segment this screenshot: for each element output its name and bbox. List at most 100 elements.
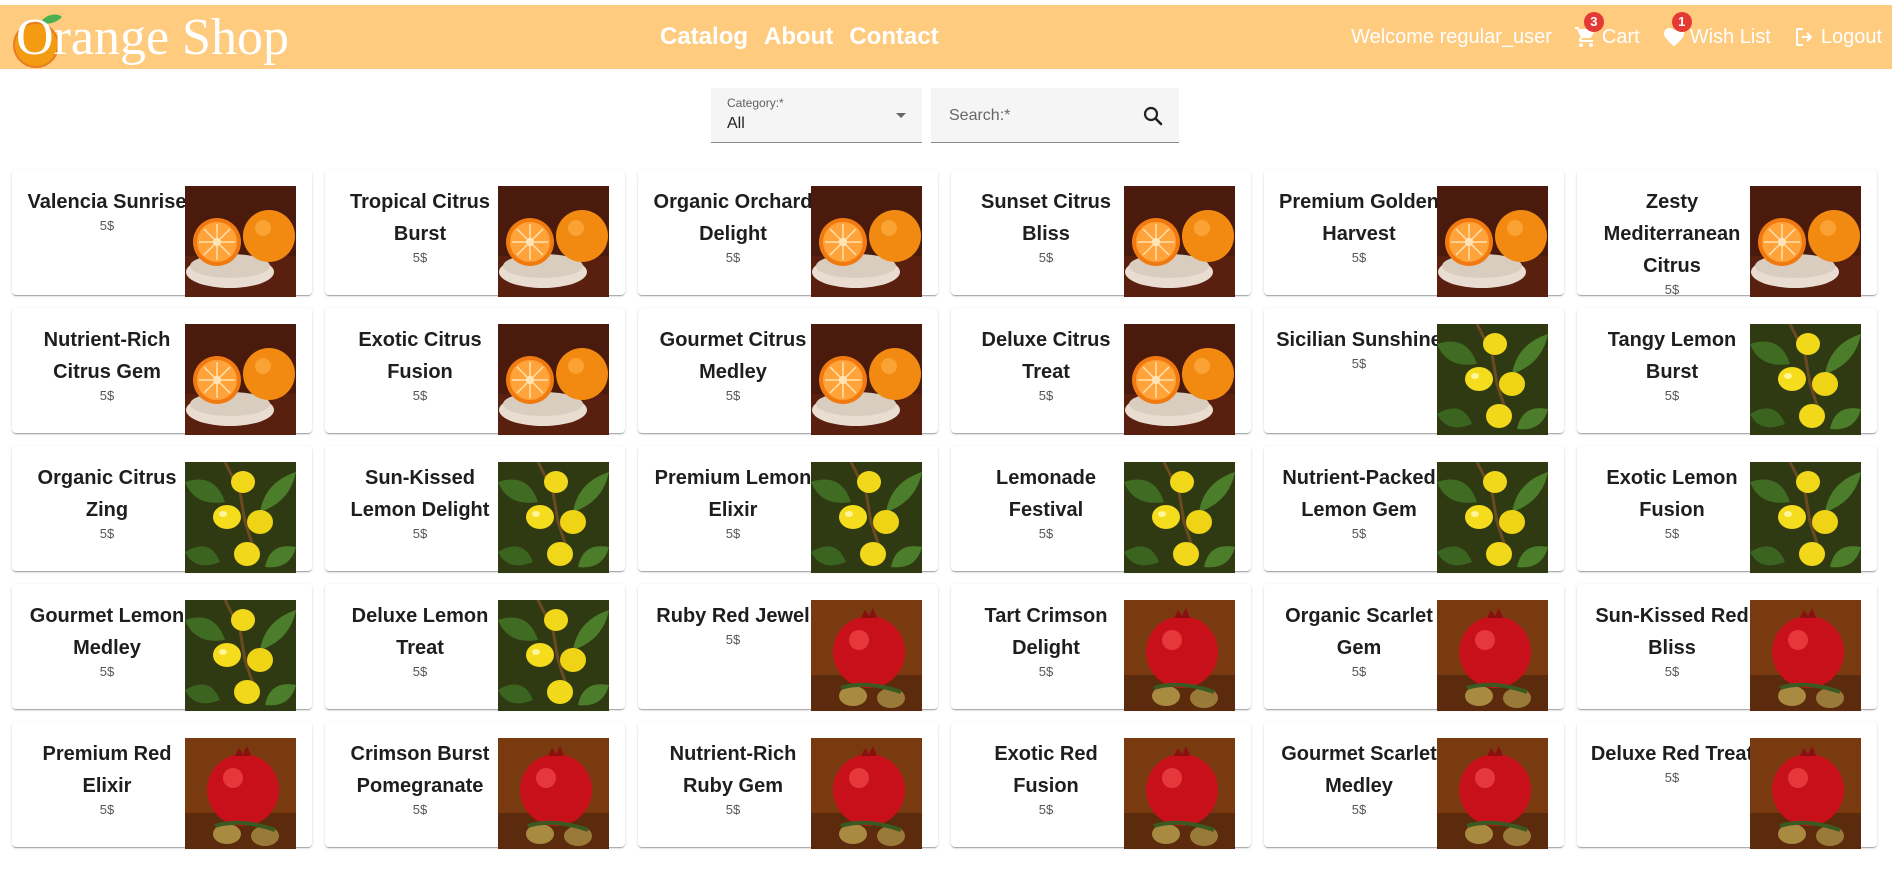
product-image <box>1124 186 1235 297</box>
lemon-product-image <box>811 462 922 573</box>
pomegranate-product-image <box>1750 738 1861 849</box>
product-card[interactable]: Deluxe Lemon Treat 5$ <box>325 584 625 711</box>
product-card[interactable]: Deluxe Citrus Treat 5$ <box>951 308 1251 435</box>
product-price: 5$ <box>1351 526 1367 541</box>
search-input[interactable] <box>947 104 1131 128</box>
product-card[interactable]: Sunset Citrus Bliss 5$ <box>951 170 1251 297</box>
logo[interactable]: Orange Shop <box>6 5 289 69</box>
product-card[interactable]: Nutrient-Rich Citrus Gem 5$ <box>12 308 312 435</box>
product-image <box>1437 738 1548 849</box>
search-icon[interactable] <box>1141 104 1165 128</box>
category-select[interactable]: Category:* All <box>711 88 922 143</box>
product-card[interactable]: Nutrient-Packed Lemon Gem 5$ <box>1264 446 1564 573</box>
pomegranate-product-image <box>1437 738 1548 849</box>
product-info: Tart Crimson Delight 5$ <box>959 600 1133 680</box>
product-name: Exotic Red Fusion <box>994 743 1098 797</box>
logout-label: Logout <box>1820 25 1882 48</box>
product-info: Premium Lemon Elixir 5$ <box>646 462 820 542</box>
lemon-product-image <box>185 600 296 711</box>
product-image <box>811 462 922 573</box>
product-info: Premium Golden Harvest 5$ <box>1272 186 1446 266</box>
product-image <box>1437 462 1548 573</box>
product-card[interactable]: Organic Scarlet Gem 5$ <box>1264 584 1564 711</box>
product-card[interactable]: Sun-Kissed Lemon Delight 5$ <box>325 446 625 573</box>
product-card[interactable]: Lemonade Festival 5$ <box>951 446 1251 573</box>
product-info: Tropical Citrus Burst 5$ <box>333 186 507 266</box>
product-card[interactable]: Premium Lemon Elixir 5$ <box>638 446 938 573</box>
product-image <box>185 324 296 435</box>
product-image <box>1437 324 1548 435</box>
product-price: 5$ <box>1664 388 1680 403</box>
main-nav: Catalog About Contact <box>660 5 939 69</box>
product-price: 5$ <box>99 218 115 233</box>
product-name: Exotic Lemon Fusion <box>1606 467 1738 521</box>
product-card[interactable]: Zesty Mediterranean Citrus 5$ <box>1577 170 1877 297</box>
product-price: 5$ <box>99 664 115 679</box>
product-price: 5$ <box>99 526 115 541</box>
nav-contact[interactable]: Contact <box>849 23 938 51</box>
product-card[interactable]: Sicilian Sunshine 5$ <box>1264 308 1564 435</box>
product-card[interactable]: Premium Red Elixir 5$ <box>12 722 312 849</box>
product-price: 5$ <box>1351 664 1367 679</box>
product-card[interactable]: Nutrient-Rich Ruby Gem 5$ <box>638 722 938 849</box>
product-name: Organic Orchard Delight <box>653 191 813 245</box>
cart-button[interactable]: 3 Cart <box>1574 12 1640 49</box>
product-name: Deluxe Red Treat <box>1590 743 1754 765</box>
product-info: Organic Citrus Zing 5$ <box>20 462 194 542</box>
product-card[interactable]: Tropical Citrus Burst 5$ <box>325 170 625 297</box>
product-name: Tangy Lemon Burst <box>1607 329 1737 383</box>
product-card[interactable]: Gourmet Scarlet Medley 5$ <box>1264 722 1564 849</box>
product-card[interactable]: Organic Orchard Delight 5$ <box>638 170 938 297</box>
orange-product-image <box>1124 324 1235 435</box>
product-name: Deluxe Citrus Treat <box>981 329 1111 383</box>
lemon-product-image <box>1437 462 1548 573</box>
product-image <box>185 738 296 849</box>
product-card[interactable]: Gourmet Lemon Medley 5$ <box>12 584 312 711</box>
product-image <box>1124 462 1235 573</box>
product-name: Nutrient-Packed Lemon Gem <box>1282 467 1436 521</box>
product-image <box>1437 186 1548 297</box>
product-name: Tart Crimson Delight <box>984 605 1108 659</box>
product-card[interactable]: Organic Citrus Zing 5$ <box>12 446 312 573</box>
wishlist-button[interactable]: 1 Wish List <box>1662 12 1771 49</box>
nav-catalog[interactable]: Catalog <box>660 23 748 51</box>
product-card[interactable]: Crimson Burst Pomegranate 5$ <box>325 722 625 849</box>
product-price: 5$ <box>1038 664 1054 679</box>
pomegranate-product-image <box>811 600 922 711</box>
orange-product-image <box>498 324 609 435</box>
product-info: Deluxe Red Treat 5$ <box>1585 738 1759 786</box>
orange-product-image <box>1437 186 1548 297</box>
product-grid: Valencia Sunrise 5$ Tropical Citrus Burst… <box>12 170 1882 849</box>
product-name: Organic Scarlet Gem <box>1285 605 1433 659</box>
nav-about[interactable]: About <box>764 23 833 51</box>
product-card[interactable]: Valencia Sunrise 5$ <box>12 170 312 297</box>
product-price: 5$ <box>412 388 428 403</box>
lemon-product-image <box>185 462 296 573</box>
product-card[interactable]: Gourmet Citrus Medley 5$ <box>638 308 938 435</box>
product-card[interactable]: Exotic Citrus Fusion 5$ <box>325 308 625 435</box>
product-image <box>1750 600 1861 711</box>
product-card[interactable]: Tart Crimson Delight 5$ <box>951 584 1251 711</box>
product-name: Nutrient-Rich Ruby Gem <box>669 743 797 797</box>
product-image <box>1437 600 1548 711</box>
product-card[interactable]: Exotic Lemon Fusion 5$ <box>1577 446 1877 573</box>
product-name: Sicilian Sunshine <box>1276 329 1442 351</box>
product-image <box>1750 462 1861 573</box>
product-name: Gourmet Lemon Medley <box>29 605 185 659</box>
product-card[interactable]: Ruby Red Jewel 5$ <box>638 584 938 711</box>
product-card[interactable]: Sun-Kissed Red Bliss 5$ <box>1577 584 1877 711</box>
product-info: Sunset Citrus Bliss 5$ <box>959 186 1133 266</box>
product-name: Gourmet Citrus Medley <box>659 329 807 383</box>
dropdown-arrow-icon <box>896 113 906 118</box>
product-card[interactable]: Deluxe Red Treat 5$ <box>1577 722 1877 849</box>
product-info: Exotic Red Fusion 5$ <box>959 738 1133 818</box>
logout-button[interactable]: Logout <box>1793 25 1882 49</box>
product-info: Lemonade Festival 5$ <box>959 462 1133 542</box>
product-card[interactable]: Premium Golden Harvest 5$ <box>1264 170 1564 297</box>
category-label: Category:* <box>727 96 784 110</box>
product-info: Exotic Lemon Fusion 5$ <box>1585 462 1759 542</box>
pomegranate-product-image <box>498 738 609 849</box>
product-image <box>498 462 609 573</box>
product-card[interactable]: Tangy Lemon Burst 5$ <box>1577 308 1877 435</box>
product-card[interactable]: Exotic Red Fusion 5$ <box>951 722 1251 849</box>
